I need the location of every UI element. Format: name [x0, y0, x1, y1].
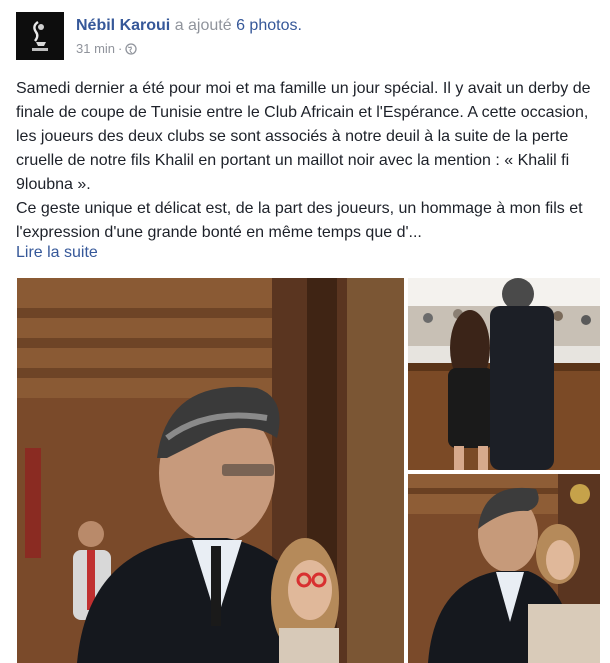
post-header: Nébil Karoui a ajouté 6 photos. 31 min ·	[16, 12, 594, 64]
post-timestamp[interactable]: 31 min	[76, 41, 115, 56]
globe-icon[interactable]	[125, 43, 138, 59]
post-card: Nébil Karoui a ajouté 6 photos. 31 min · …	[0, 0, 610, 663]
photo-bottom-right[interactable]	[408, 474, 600, 663]
post-meta: 31 min ·	[76, 41, 138, 59]
post-title: Nébil Karoui a ajouté 6 photos.	[76, 16, 302, 36]
post-action: a ajouté	[174, 17, 232, 34]
post-text: Samedi dernier a été pour moi et ma fami…	[16, 77, 600, 245]
post-paragraph: Ce geste unique et délicat est, de la pa…	[16, 200, 583, 241]
avatar[interactable]	[16, 12, 64, 60]
photo-image	[17, 278, 404, 663]
author-name[interactable]: Nébil Karoui	[76, 17, 170, 34]
photo-count-link[interactable]: 6 photos.	[236, 17, 302, 34]
photo-main[interactable]	[17, 278, 404, 663]
meta-separator: ·	[118, 41, 123, 56]
photo-image	[408, 278, 600, 470]
see-more-link[interactable]: Lire la suite	[16, 241, 98, 265]
photo-top-right[interactable]	[408, 278, 600, 470]
avatar-logo-icon	[16, 12, 64, 60]
post-paragraph: Samedi dernier a été pour moi et ma fami…	[16, 80, 591, 193]
photo-image	[408, 474, 600, 663]
